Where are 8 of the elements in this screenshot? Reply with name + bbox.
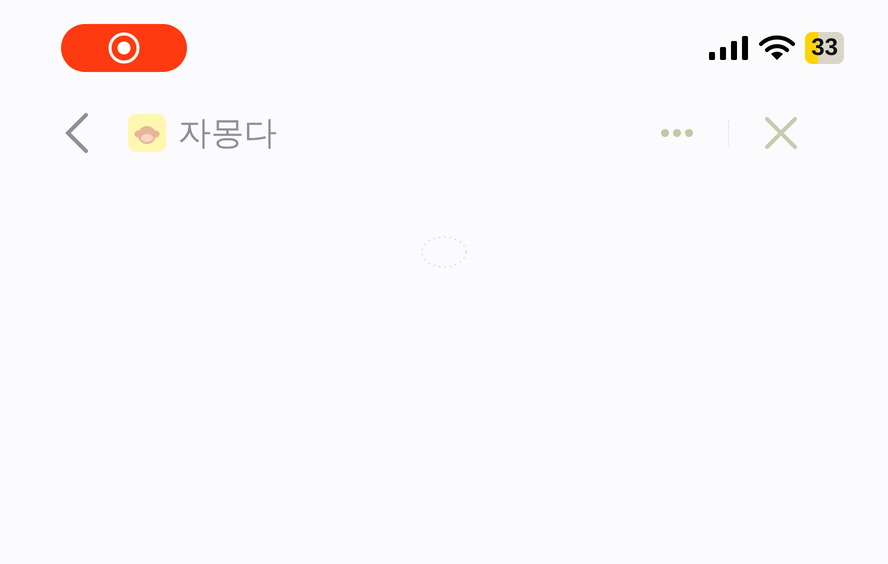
more-icon[interactable] — [660, 128, 694, 138]
signal-icon — [709, 36, 750, 60]
recording-indicator[interactable] — [61, 24, 187, 72]
wifi-icon — [759, 35, 796, 61]
close-icon[interactable] — [764, 116, 798, 150]
monkey-icon — [128, 114, 166, 152]
page-title: 자몽다 — [178, 112, 277, 154]
back-icon[interactable] — [64, 113, 90, 153]
